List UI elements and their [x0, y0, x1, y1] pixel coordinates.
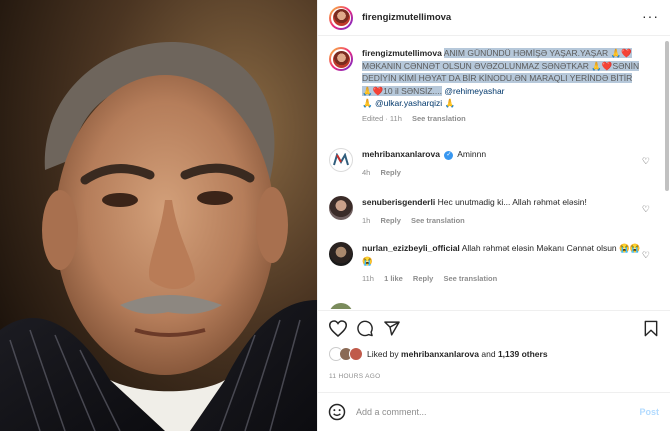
share-icon[interactable] — [383, 320, 401, 337]
liked-by-label: Liked by — [367, 349, 399, 359]
comment-avatar[interactable] — [329, 196, 353, 220]
caption-username[interactable]: firengizmutellimova — [362, 48, 442, 58]
comment-username[interactable]: mehribanxanlarova — [362, 149, 440, 159]
likes-summary: Liked by mehribanxanlarova and 1,139 oth… — [329, 347, 548, 361]
bookmark-icon[interactable] — [643, 320, 659, 337]
comment-text: Hec unutmadig ki... Allah rəhmət eləsin! — [437, 197, 587, 207]
comment-item: mehribanxanlarova ✓ Aminnn 4h Reply ♡ — [329, 148, 664, 179]
comment-username[interactable]: senuberisgenderli — [362, 197, 435, 207]
add-comment-input[interactable] — [356, 407, 616, 417]
caption-edited-time: Edited · 11h — [362, 113, 402, 123]
caption-see-translation[interactable]: See translation — [412, 114, 466, 123]
portrait-photo — [0, 0, 317, 431]
reply-button[interactable]: Reply — [380, 168, 400, 177]
see-translation-button[interactable]: See translation — [443, 274, 497, 283]
reply-button[interactable]: Reply — [380, 216, 400, 225]
comment-item-partial — [329, 303, 664, 309]
pray-emoji: 🙏 — [362, 98, 373, 108]
add-comment-bar: Post — [318, 392, 670, 431]
heart-icon[interactable] — [329, 320, 347, 337]
divider — [318, 310, 670, 311]
see-translation-button[interactable]: See translation — [411, 216, 465, 225]
comments-feed[interactable]: firengizmutellimova ANIM GÜNÜNDÜ HƏMİŞƏ … — [318, 37, 670, 309]
comment-avatar[interactable] — [329, 242, 353, 266]
comment-like-heart-icon[interactable]: ♡ — [642, 156, 650, 167]
comment-time: 4h — [362, 167, 371, 177]
comment-likes-count[interactable]: 1 like — [384, 274, 403, 283]
comment-text: Aminnn — [457, 149, 487, 159]
pray-emoji-2: 🙏 — [444, 98, 456, 108]
author-username[interactable]: firengizmutellimova — [362, 12, 451, 23]
scrollbar[interactable] — [665, 41, 669, 191]
m-logo-icon — [333, 153, 349, 166]
more-options-icon[interactable]: ··· — [642, 9, 659, 23]
mention-ulkar[interactable]: @ulkar.yasharqizi — [375, 98, 442, 108]
comment-time: 1h — [362, 215, 371, 225]
post-photo[interactable] — [0, 0, 317, 431]
comment-username[interactable]: nurlan_ezizbeyli_official — [362, 243, 460, 253]
instagram-post-modal: firengizmutellimova ··· firengizmutellim… — [0, 0, 670, 431]
liker-avatar[interactable] — [349, 347, 363, 361]
likes-and: and — [481, 349, 496, 359]
emoji-icon[interactable] — [328, 403, 346, 421]
mention-rehimeyashar[interactable]: @rehimeyashar — [444, 86, 504, 96]
action-bar — [329, 320, 659, 340]
comment-avatar[interactable] — [329, 148, 353, 172]
liked-by-user[interactable]: mehribanxanlarova — [401, 349, 479, 359]
post-header: firengizmutellimova ··· — [318, 0, 670, 36]
post-timestamp[interactable]: 11 HOURS AGO — [329, 373, 381, 380]
post-side-panel: firengizmutellimova ··· firengizmutellim… — [317, 0, 670, 431]
likes-count[interactable]: 1,139 others — [498, 349, 548, 359]
reply-button[interactable]: Reply — [413, 274, 433, 283]
caption: firengizmutellimova ANIM GÜNÜNDÜ HƏMİŞƏ … — [329, 47, 664, 125]
author-avatar[interactable] — [329, 5, 353, 30]
comment-avatar[interactable] — [329, 303, 353, 309]
comment-item: senuberisgenderli Hec unutmadig ki... Al… — [329, 196, 664, 227]
comment-like-heart-icon[interactable]: ♡ — [642, 250, 650, 261]
caption-avatar[interactable] — [329, 47, 353, 71]
comment-item: nurlan_ezizbeyli_official Allah rəhmət e… — [329, 242, 664, 286]
comment-icon[interactable] — [356, 320, 374, 337]
post-comment-button[interactable]: Post — [639, 407, 659, 417]
comment-time: 11h — [362, 274, 374, 283]
comment-like-heart-icon[interactable]: ♡ — [642, 204, 650, 215]
verified-badge-icon: ✓ — [444, 151, 454, 160]
